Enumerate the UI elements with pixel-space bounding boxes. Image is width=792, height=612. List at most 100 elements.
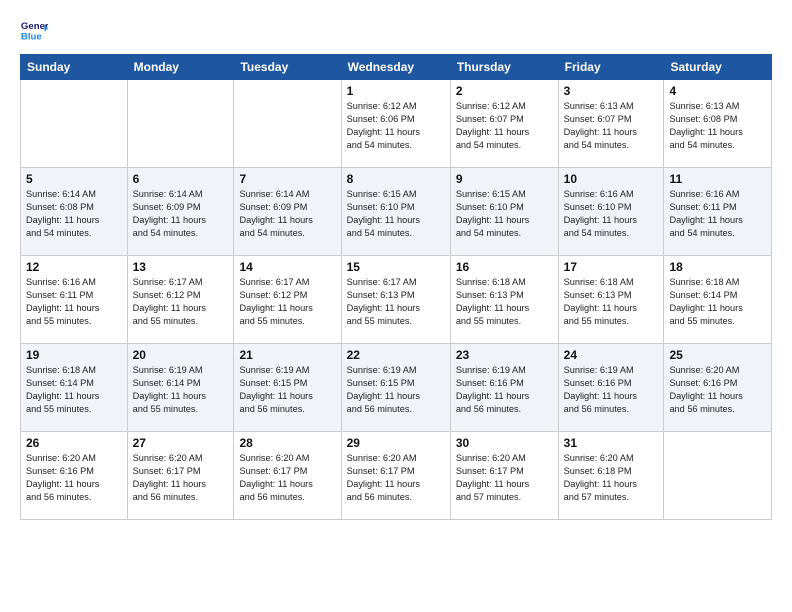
day-info: Sunrise: 6:18 AM Sunset: 6:13 PM Dayligh…: [564, 276, 659, 328]
day-number: 19: [26, 348, 122, 362]
day-info: Sunrise: 6:20 AM Sunset: 6:18 PM Dayligh…: [564, 452, 659, 504]
calendar-cell: 20Sunrise: 6:19 AM Sunset: 6:14 PM Dayli…: [127, 344, 234, 432]
day-info: Sunrise: 6:16 AM Sunset: 6:11 PM Dayligh…: [669, 188, 766, 240]
calendar-cell: 10 Sunrise: 6:16 AM Sunset: 6:10 PM Dayli…: [558, 168, 664, 256]
calendar-cell: 31 Sunrise: 6:20 AM Sunset: 6:18 PM Dayli…: [558, 432, 664, 520]
day-number: 8: [347, 172, 445, 186]
day-info: Sunrise: 6:19 AM Sunset: 6:16 PM Dayligh…: [564, 364, 659, 416]
day-number: 18: [669, 260, 766, 274]
weekday-header-monday: Monday: [127, 55, 234, 80]
day-info: Sunrise: 6:14 AM Sunset: 6:09 PM Dayligh…: [133, 188, 229, 240]
week-row-3: 19 Sunrise: 6:18 AM Sunset: 6:14 PM Dayli…: [21, 344, 772, 432]
day-info: Sunrise: 6:18 AM Sunset: 6:14 PM Dayligh…: [26, 364, 122, 416]
weekday-header-friday: Friday: [558, 55, 664, 80]
weekday-header-row: SundayMondayTuesdayWednesdayThursdayFrid…: [21, 55, 772, 80]
day-number: 7: [239, 172, 335, 186]
calendar-cell: 17 Sunrise: 6:18 AM Sunset: 6:13 PM Dayli…: [558, 256, 664, 344]
calendar-cell: 27 Sunrise: 6:20 AM Sunset: 6:17 PM Dayli…: [127, 432, 234, 520]
day-info: Sunrise: 6:20 AM Sunset: 6:17 PM Dayligh…: [347, 452, 445, 504]
calendar-cell: 30 Sunrise: 6:20 AM Sunset: 6:17 PM Dayli…: [450, 432, 558, 520]
calendar-cell: 8 Sunrise: 6:15 AM Sunset: 6:10 PM Daylig…: [341, 168, 450, 256]
calendar-cell: 16 Sunrise: 6:18 AM Sunset: 6:13 PM Dayli…: [450, 256, 558, 344]
day-number: 22: [347, 348, 445, 362]
day-number: 27: [133, 436, 229, 450]
day-number: 12: [26, 260, 122, 274]
day-info: Sunrise: 6:15 AM Sunset: 6:10 PM Dayligh…: [456, 188, 553, 240]
calendar-cell: 13Sunrise: 6:17 AM Sunset: 6:12 PM Dayli…: [127, 256, 234, 344]
day-info: Sunrise: 6:18 AM Sunset: 6:14 PM Dayligh…: [669, 276, 766, 328]
day-number: 4: [669, 84, 766, 98]
calendar-cell: 28Sunrise: 6:20 AM Sunset: 6:17 PM Dayli…: [234, 432, 341, 520]
svg-text:Blue: Blue: [21, 32, 42, 43]
day-number: 23: [456, 348, 553, 362]
calendar-cell: 21Sunrise: 6:19 AM Sunset: 6:15 PM Dayli…: [234, 344, 341, 432]
calendar-cell: 2Sunrise: 6:12 AM Sunset: 6:07 PM Daylig…: [450, 80, 558, 168]
week-row-0: 1 Sunrise: 6:12 AM Sunset: 6:06 PM Daylig…: [21, 80, 772, 168]
calendar-cell: [127, 80, 234, 168]
day-info: Sunrise: 6:18 AM Sunset: 6:13 PM Dayligh…: [456, 276, 553, 328]
calendar-cell: [234, 80, 341, 168]
day-info: Sunrise: 6:19 AM Sunset: 6:14 PM Dayligh…: [133, 364, 229, 416]
day-number: 28: [239, 436, 335, 450]
day-info: Sunrise: 6:19 AM Sunset: 6:15 PM Dayligh…: [347, 364, 445, 416]
week-row-1: 5Sunrise: 6:14 AM Sunset: 6:08 PM Daylig…: [21, 168, 772, 256]
day-number: 10: [564, 172, 659, 186]
day-info: Sunrise: 6:12 AM Sunset: 6:06 PM Dayligh…: [347, 100, 445, 152]
day-number: 16: [456, 260, 553, 274]
calendar-cell: [664, 432, 772, 520]
weekday-header-thursday: Thursday: [450, 55, 558, 80]
page: General Blue SundayMondayTuesdayWednesda…: [0, 0, 792, 612]
calendar-cell: 22 Sunrise: 6:19 AM Sunset: 6:15 PM Dayli…: [341, 344, 450, 432]
calendar-cell: 12 Sunrise: 6:16 AM Sunset: 6:11 PM Dayli…: [21, 256, 128, 344]
calendar-cell: 6Sunrise: 6:14 AM Sunset: 6:09 PM Daylig…: [127, 168, 234, 256]
day-info: Sunrise: 6:20 AM Sunset: 6:17 PM Dayligh…: [456, 452, 553, 504]
calendar-cell: 23Sunrise: 6:19 AM Sunset: 6:16 PM Dayli…: [450, 344, 558, 432]
day-info: Sunrise: 6:16 AM Sunset: 6:10 PM Dayligh…: [564, 188, 659, 240]
day-number: 25: [669, 348, 766, 362]
day-info: Sunrise: 6:17 AM Sunset: 6:13 PM Dayligh…: [347, 276, 445, 328]
calendar-cell: 14Sunrise: 6:17 AM Sunset: 6:12 PM Dayli…: [234, 256, 341, 344]
svg-text:General: General: [21, 21, 48, 32]
day-info: Sunrise: 6:13 AM Sunset: 6:07 PM Dayligh…: [564, 100, 659, 152]
day-number: 15: [347, 260, 445, 274]
day-number: 24: [564, 348, 659, 362]
calendar-cell: 1 Sunrise: 6:12 AM Sunset: 6:06 PM Daylig…: [341, 80, 450, 168]
day-number: 30: [456, 436, 553, 450]
day-number: 26: [26, 436, 122, 450]
day-number: 11: [669, 172, 766, 186]
calendar-cell: 26 Sunrise: 6:20 AM Sunset: 6:16 PM Dayli…: [21, 432, 128, 520]
day-number: 14: [239, 260, 335, 274]
calendar-cell: 7 Sunrise: 6:14 AM Sunset: 6:09 PM Daylig…: [234, 168, 341, 256]
day-info: Sunrise: 6:19 AM Sunset: 6:15 PM Dayligh…: [239, 364, 335, 416]
calendar-cell: 18 Sunrise: 6:18 AM Sunset: 6:14 PM Dayli…: [664, 256, 772, 344]
calendar-cell: 15 Sunrise: 6:17 AM Sunset: 6:13 PM Dayli…: [341, 256, 450, 344]
day-info: Sunrise: 6:12 AM Sunset: 6:07 PM Dayligh…: [456, 100, 553, 152]
day-number: 31: [564, 436, 659, 450]
weekday-header-wednesday: Wednesday: [341, 55, 450, 80]
day-number: 17: [564, 260, 659, 274]
day-info: Sunrise: 6:14 AM Sunset: 6:08 PM Dayligh…: [26, 188, 122, 240]
day-info: Sunrise: 6:16 AM Sunset: 6:11 PM Dayligh…: [26, 276, 122, 328]
day-info: Sunrise: 6:20 AM Sunset: 6:17 PM Dayligh…: [133, 452, 229, 504]
day-info: Sunrise: 6:14 AM Sunset: 6:09 PM Dayligh…: [239, 188, 335, 240]
calendar-cell: 4Sunrise: 6:13 AM Sunset: 6:08 PM Daylig…: [664, 80, 772, 168]
logo-icon: General Blue: [20, 16, 48, 44]
weekday-header-sunday: Sunday: [21, 55, 128, 80]
day-number: 3: [564, 84, 659, 98]
day-number: 1: [347, 84, 445, 98]
weekday-header-saturday: Saturday: [664, 55, 772, 80]
day-info: Sunrise: 6:20 AM Sunset: 6:16 PM Dayligh…: [26, 452, 122, 504]
day-info: Sunrise: 6:15 AM Sunset: 6:10 PM Dayligh…: [347, 188, 445, 240]
calendar-cell: 11 Sunrise: 6:16 AM Sunset: 6:11 PM Dayli…: [664, 168, 772, 256]
header: General Blue: [20, 16, 772, 44]
logo: General Blue: [20, 16, 48, 44]
day-number: 9: [456, 172, 553, 186]
day-number: 29: [347, 436, 445, 450]
calendar-cell: 24 Sunrise: 6:19 AM Sunset: 6:16 PM Dayli…: [558, 344, 664, 432]
calendar-cell: 25Sunrise: 6:20 AM Sunset: 6:16 PM Dayli…: [664, 344, 772, 432]
calendar-cell: 5Sunrise: 6:14 AM Sunset: 6:08 PM Daylig…: [21, 168, 128, 256]
week-row-2: 12 Sunrise: 6:16 AM Sunset: 6:11 PM Dayli…: [21, 256, 772, 344]
calendar-cell: 3 Sunrise: 6:13 AM Sunset: 6:07 PM Daylig…: [558, 80, 664, 168]
calendar-cell: 9 Sunrise: 6:15 AM Sunset: 6:10 PM Daylig…: [450, 168, 558, 256]
day-number: 13: [133, 260, 229, 274]
